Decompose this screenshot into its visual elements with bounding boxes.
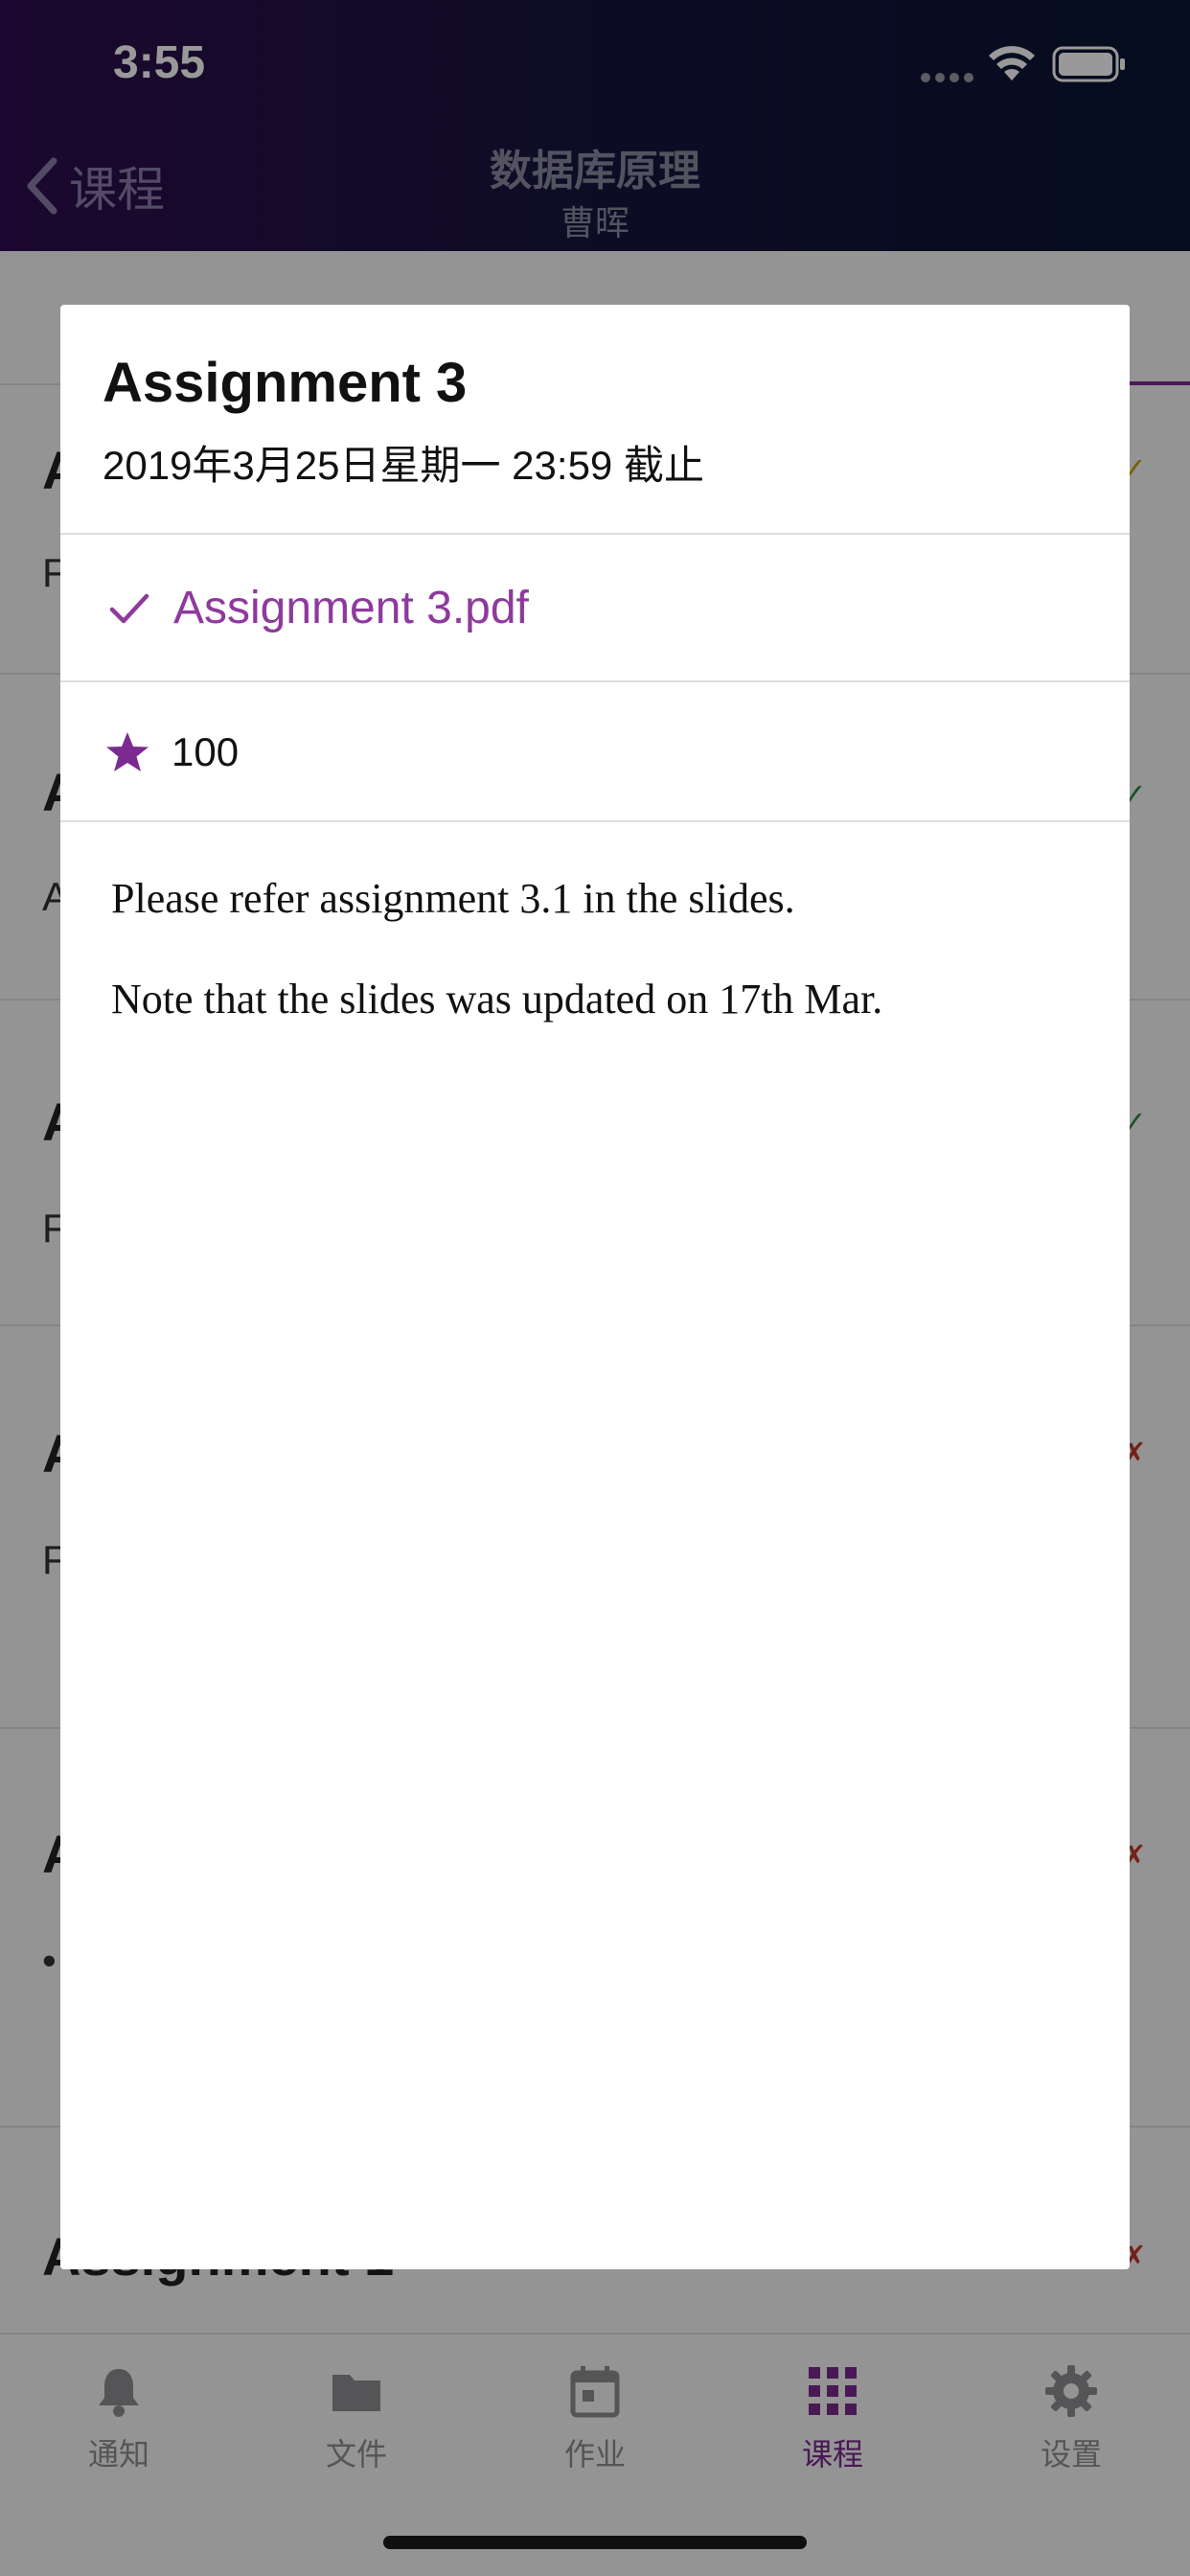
attachment-link[interactable]: Assignment 3.pdf (173, 582, 529, 634)
assignment-deadline: 2019年3月25日星期一 23:59 截止 (103, 443, 704, 488)
divider (60, 820, 1130, 822)
description-paragraph: Note that the slides was updated on 17th… (111, 976, 883, 1023)
checkmark-icon (109, 593, 149, 624)
assignment-description: Please refer assignment 3.1 in the slide… (111, 872, 1079, 1073)
assignment-title: Assignment 3 (103, 352, 468, 414)
assignment-detail-modal: Assignment 3 2019年3月25日星期一 23:59 截止 Assi… (60, 305, 1130, 2269)
grade-row: 100 (60, 682, 1130, 822)
description-paragraph: Please refer assignment 3.1 in the slide… (111, 875, 795, 922)
attachment-row[interactable]: Assignment 3.pdf (60, 535, 1130, 680)
star-icon (106, 732, 149, 771)
modal-header: Assignment 3 2019年3月25日星期一 23:59 截止 (60, 305, 1130, 533)
grade-value: 100 (172, 729, 240, 774)
